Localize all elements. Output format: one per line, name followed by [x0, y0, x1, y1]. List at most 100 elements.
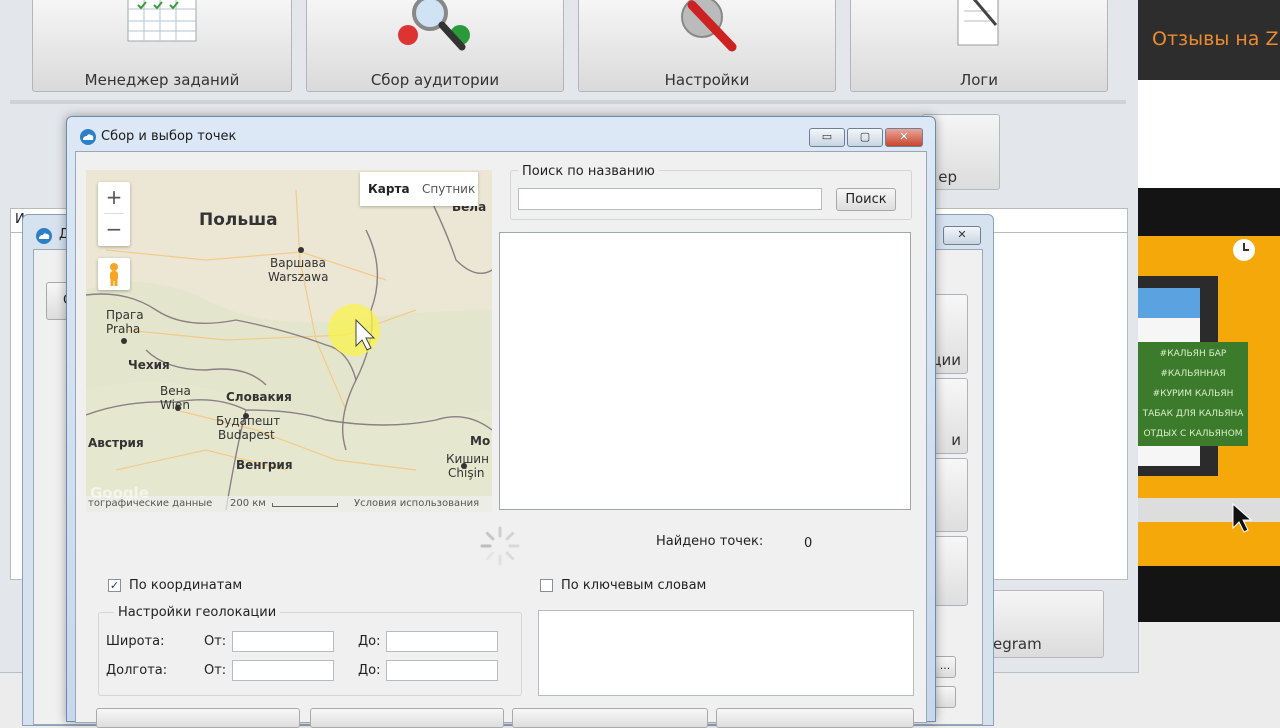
longitude-to-input[interactable]: [386, 660, 498, 681]
results-list[interactable]: [499, 232, 911, 510]
audience-label: Сбор аудитории: [370, 71, 500, 89]
tools-icon: [681, 0, 737, 52]
cloud-app-icon: [36, 228, 52, 244]
map-label-prague-ru: Прага: [106, 308, 144, 322]
cloud-app-icon: [80, 129, 96, 145]
reviews-link[interactable]: Отзывы на Zi: [1152, 28, 1280, 50]
map-label-mo: Мо: [470, 434, 491, 448]
map-label-chisin: Chişin: [448, 466, 485, 480]
task-manager-button[interactable]: Менеджер заданий: [32, 0, 292, 92]
map-scale-label: 200 км: [230, 498, 266, 509]
map-label-budapest: Budapest: [218, 428, 275, 442]
map-label-czech: Чехия: [128, 358, 170, 372]
by-coordinates-label: По координатам: [129, 578, 243, 593]
calendar-icon: [127, 0, 197, 42]
map-label-warsaw-ru: Варшава: [270, 256, 326, 270]
map-label-poland: Польша: [199, 210, 278, 230]
video-preview[interactable]: #КАЛЬЯН БАР #КАЛЬЯННАЯ #КУРИМ КАЛЬЯН ТАБ…: [1138, 188, 1280, 622]
geo-settings-group: [98, 612, 522, 696]
background-browse-button-label: ...: [939, 659, 951, 672]
map-label-budapest-ru: Будапешт: [216, 414, 281, 428]
latitude-from-input[interactable]: [232, 631, 334, 652]
pegman-icon: [110, 263, 118, 286]
search-users-icon: [398, 0, 470, 51]
dialog-body: Польша Варшава Warszawa Прага Praha Чехи…: [75, 151, 927, 728]
laptop-base: [1138, 498, 1280, 522]
background-button-label: ер: [938, 168, 957, 186]
longitude-from-input[interactable]: [232, 660, 334, 681]
hashtag-item: #КАЛЬЯННАЯ: [1160, 369, 1226, 379]
settings-button[interactable]: Настройки: [578, 0, 836, 92]
hashtag-list: #КАЛЬЯН БАР #КАЛЬЯННАЯ #КУРИМ КАЛЬЯН ТАБ…: [1138, 342, 1248, 446]
background-browse-button[interactable]: ...: [934, 656, 956, 678]
longitude-from-label: От:: [204, 663, 227, 678]
geo-settings-label: Настройки геолокации: [114, 605, 281, 620]
dialog-title: Сбор и выбор точек: [101, 129, 237, 144]
document-pen-icon: [957, 0, 999, 46]
map-type-control: Карта Спутник: [360, 172, 478, 206]
hashtag-item: #КУРИМ КАЛЬЯН: [1152, 389, 1234, 399]
map-footer: Google тографические данные 200 км Услов…: [86, 484, 492, 512]
bottom-button-1[interactable]: [96, 708, 300, 728]
longitude-to-label: До:: [358, 663, 381, 678]
map-label-kishinev-ru: Кишин: [446, 452, 489, 466]
clock-icon: [1233, 239, 1255, 261]
video-thumbnail: #КАЛЬЯН БАР #КАЛЬЯННАЯ #КУРИМ КАЛЬЯН ТАБ…: [1138, 236, 1280, 566]
search-input[interactable]: [518, 188, 822, 210]
maximize-button[interactable]: ▢: [847, 128, 883, 147]
map-label-vienna-ru: Вена: [160, 384, 191, 398]
latitude-to-label: До:: [358, 634, 381, 649]
website-white-area: [1138, 80, 1280, 188]
zoom-out-button[interactable]: −: [98, 214, 130, 245]
background-dialog-close[interactable]: ✕: [943, 226, 981, 245]
latitude-label: Широта:: [106, 634, 165, 649]
map-terms-link[interactable]: Условия использования: [354, 498, 479, 509]
map-zoom-control: + −: [98, 182, 130, 246]
by-keywords-label: По ключевым словам: [561, 578, 707, 593]
latitude-from-label: От:: [204, 634, 227, 649]
cursor-icon: [1232, 502, 1253, 533]
hashtag-item: ТАБАК ДЛЯ КАЛЬЯНА: [1142, 409, 1244, 419]
map-scale-bar: [272, 503, 338, 507]
map-label-warsaw: Warszawa: [268, 270, 329, 284]
found-points-count: 0: [804, 536, 813, 551]
map-label-prague: Praha: [106, 322, 141, 336]
hashtag-item: #КАЛЬЯН БАР: [1159, 349, 1227, 359]
points-dialog: Сбор и выбор точек ▭ ▢ ✕ Польша Варшава …: [66, 116, 936, 728]
settings-label: Настройки: [664, 71, 750, 89]
laptop-screen-header: [1138, 288, 1200, 318]
minimize-button[interactable]: ▭: [809, 128, 845, 147]
close-button[interactable]: ✕: [885, 128, 923, 147]
bottom-button-3[interactable]: [512, 708, 708, 728]
map-type-map-button[interactable]: Карта: [368, 182, 410, 196]
map-view[interactable]: Польша Варшава Warszawa Прага Praha Чехи…: [86, 170, 492, 512]
loading-spinner-icon: [480, 526, 520, 566]
telegram-button-partial[interactable]: egram: [980, 590, 1104, 658]
bottom-button-2[interactable]: [310, 708, 504, 728]
telegram-button-label: egram: [993, 635, 1042, 653]
toolbar-divider: [10, 100, 1126, 104]
task-manager-label: Менеджер заданий: [84, 71, 240, 89]
search-button[interactable]: Поиск: [836, 188, 896, 211]
map-label-slovakia: Словакия: [226, 390, 292, 404]
background-side-button-2-label: и: [951, 431, 961, 449]
keywords-textarea[interactable]: [538, 610, 914, 696]
zoom-in-button[interactable]: +: [98, 182, 130, 213]
hashtag-item: ОТДЫХ С КАЛЬЯНОМ: [1143, 429, 1243, 439]
map-label-vienna: Wien: [160, 398, 190, 412]
by-coordinates-checkbox[interactable]: ✓: [108, 579, 121, 592]
map-label-hungary: Венгрия: [236, 458, 293, 472]
longitude-label: Долгота:: [106, 663, 168, 678]
street-view-button[interactable]: [98, 258, 130, 290]
found-points-label: Найдено точек:: [656, 534, 764, 549]
search-group-label: Поиск по названию: [518, 164, 659, 179]
map-label-austria: Австрия: [88, 436, 144, 450]
latitude-to-input[interactable]: [386, 631, 498, 652]
logs-button[interactable]: Логи: [850, 0, 1108, 92]
map-type-satellite-button[interactable]: Спутник: [422, 182, 475, 196]
bottom-button-4[interactable]: [716, 708, 914, 728]
background-small-button[interactable]: [934, 686, 956, 708]
website-header-bar: Отзывы на Zi: [1138, 0, 1280, 80]
by-keywords-checkbox[interactable]: [540, 579, 553, 592]
audience-button[interactable]: Сбор аудитории: [306, 0, 564, 92]
